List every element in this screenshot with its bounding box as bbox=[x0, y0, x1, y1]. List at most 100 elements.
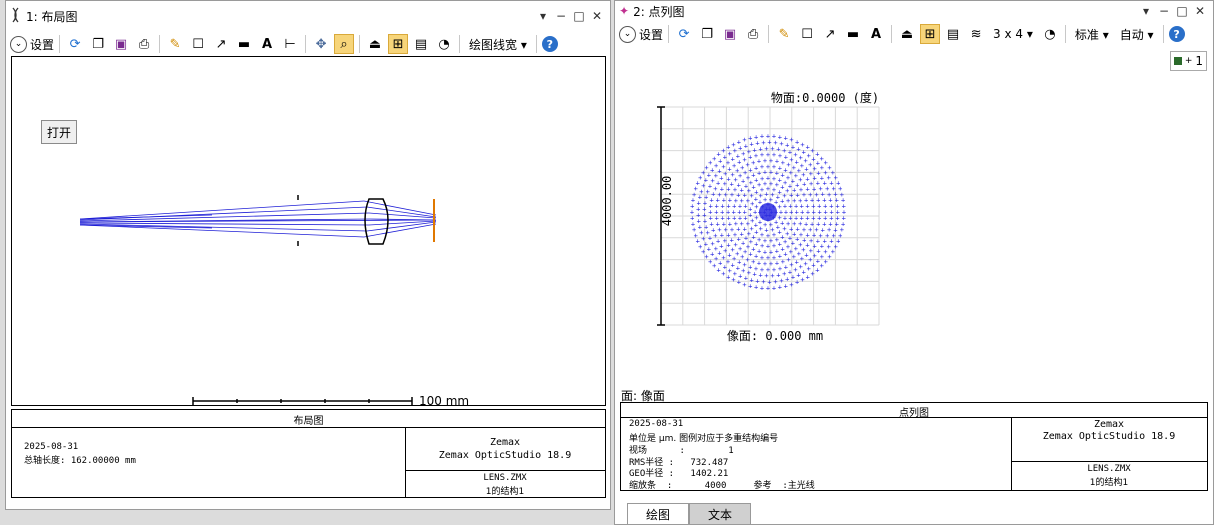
spot-point: + bbox=[784, 135, 788, 143]
config-badge[interactable]: +1 bbox=[1169, 51, 1207, 71]
arrow-icon[interactable]: ↗ bbox=[211, 34, 231, 54]
chevron-down-icon[interactable]: ⌄ bbox=[619, 25, 636, 43]
maximize-icon[interactable]: □ bbox=[570, 9, 588, 23]
tab-plot[interactable]: 绘图 bbox=[627, 503, 690, 524]
standard-dropdown[interactable]: 标准 ▾ bbox=[1071, 26, 1113, 43]
layout-toolbar: ⌄ 设置 ⟳ ❐ ▣ ⎙ ✎ ☐ ↗ ▬ A ⊢ ✥ ⌕ ⏏ ⊞ ▤ ◔ 绘图线… bbox=[6, 31, 610, 57]
grid-layout-dropdown[interactable]: 3 x 4 ▾ bbox=[989, 27, 1037, 41]
spot-point: + bbox=[737, 279, 741, 287]
maximize-icon[interactable]: □ bbox=[1173, 4, 1191, 18]
rectangle-icon[interactable]: ☐ bbox=[188, 34, 208, 54]
spot-point: + bbox=[795, 279, 799, 287]
spot-point: + bbox=[721, 147, 725, 155]
refresh-icon[interactable]: ⟳ bbox=[674, 24, 694, 44]
spot-point: + bbox=[731, 141, 735, 149]
pencil-icon[interactable]: ✎ bbox=[774, 24, 794, 44]
help-icon[interactable]: ? bbox=[541, 36, 558, 52]
spot-point: + bbox=[748, 282, 752, 290]
copy-icon[interactable]: ❐ bbox=[697, 24, 717, 44]
pan-icon[interactable]: ✥ bbox=[311, 34, 331, 54]
window-title: 2: 点列图 bbox=[633, 4, 685, 19]
spot-point: + bbox=[748, 135, 752, 143]
spot-point: + bbox=[811, 270, 815, 278]
spot-point: + bbox=[835, 203, 839, 211]
spot-point: + bbox=[766, 285, 770, 293]
frame-product: Zemax OpticStudio 18.9 bbox=[438, 450, 572, 461]
spot-point: + bbox=[760, 284, 764, 292]
scale-value-label: 4000.00 bbox=[660, 175, 674, 227]
line-icon[interactable]: ▬ bbox=[234, 34, 254, 54]
spot-point: + bbox=[717, 266, 721, 274]
timer-icon[interactable]: ◔ bbox=[1040, 24, 1060, 44]
minimize-icon[interactable]: − bbox=[1155, 4, 1173, 18]
sparkle-icon: ✦ bbox=[619, 4, 630, 18]
line-icon[interactable]: ▬ bbox=[843, 24, 863, 44]
layout-plot: 打开 100 mm bbox=[11, 56, 606, 408]
spot-point: + bbox=[800, 276, 804, 284]
dimension-icon[interactable]: ⊢ bbox=[280, 34, 300, 54]
zoom-icon[interactable]: ⌕ bbox=[334, 34, 355, 54]
spot-info-frame: 点列图 2025-08-31 单位是 μm. 图例对应于多重结构编号 视场 : … bbox=[620, 402, 1208, 491]
pencil-icon[interactable]: ✎ bbox=[165, 34, 185, 54]
close-icon[interactable]: ✕ bbox=[1191, 4, 1209, 18]
rectangle-icon[interactable]: ☐ bbox=[797, 24, 817, 44]
spot-point: + bbox=[754, 284, 758, 292]
spot-toolbar: ⌄ 设置 ⟳ ❐ ▣ ⎙ ✎ ☐ ↗ ▬ A ⏏ ⊞ ▤ ≋ 3 x 4 ▾ ◔… bbox=[615, 21, 1213, 47]
spot-point: + bbox=[726, 144, 730, 152]
print-icon[interactable]: ⎙ bbox=[134, 34, 154, 54]
text-icon[interactable]: A bbox=[866, 24, 886, 44]
stamp-icon[interactable]: ⏏ bbox=[897, 24, 917, 44]
tab-text[interactable]: 文本 bbox=[689, 503, 752, 524]
chevron-down-icon[interactable]: ⌄ bbox=[10, 35, 27, 53]
frame-scale: 缩放条 : 4000 参考 :主光线 bbox=[629, 481, 815, 491]
settings-button[interactable]: 设置 bbox=[30, 36, 54, 53]
layout-drawing bbox=[79, 195, 437, 405]
spot-point: + bbox=[815, 266, 819, 274]
stamp-icon[interactable]: ⏏ bbox=[365, 34, 385, 54]
spot-point: + bbox=[766, 133, 770, 141]
dropdown-icon[interactable]: ▾ bbox=[1137, 4, 1155, 18]
save-icon[interactable]: ▣ bbox=[720, 24, 740, 44]
spot-points: ++++++++++ + + +++++++++++++++ + + + ++++++++++… bbox=[690, 133, 846, 293]
print-icon[interactable]: ⎙ bbox=[743, 24, 763, 44]
frame-company: Zemax bbox=[489, 437, 521, 448]
window-icon[interactable]: ▤ bbox=[943, 24, 963, 44]
spot-point: + bbox=[823, 202, 827, 210]
window-icon[interactable]: ▤ bbox=[411, 34, 431, 54]
window-title: 1: 布局图 bbox=[26, 9, 78, 24]
spot-point: + bbox=[806, 273, 810, 281]
spot-point: + bbox=[824, 258, 828, 266]
spot-point: + bbox=[811, 203, 815, 211]
help-icon[interactable]: ? bbox=[1168, 26, 1185, 42]
auto-dropdown[interactable]: 自动 ▾ bbox=[1116, 26, 1158, 43]
frame-heading: 布局图 bbox=[293, 416, 324, 427]
spot-point: + bbox=[737, 138, 741, 146]
lens-element bbox=[364, 198, 389, 245]
layout-window: 1: 布局图 ▾ − □ ✕ ⌄ 设置 ⟳ ❐ ▣ ⎙ ✎ ☐ ↗ ▬ A ⊢ … bbox=[5, 0, 611, 510]
settings-button[interactable]: 设置 bbox=[639, 26, 663, 43]
spot-point: + bbox=[800, 141, 804, 149]
layers-icon[interactable]: ≋ bbox=[966, 24, 986, 44]
ray-bundle bbox=[79, 200, 437, 238]
spot-point: + bbox=[805, 203, 809, 211]
spot-point: + bbox=[772, 284, 776, 292]
arrow-icon[interactable]: ↗ bbox=[820, 24, 840, 44]
timer-icon[interactable]: ◔ bbox=[434, 34, 454, 54]
layout-titlebar: 1: 布局图 ▾ − □ ✕ bbox=[6, 1, 610, 31]
spot-point: + bbox=[708, 258, 712, 266]
line-width-dropdown[interactable]: 绘图线宽 ▾ bbox=[465, 36, 531, 53]
spot-point: + bbox=[717, 151, 721, 159]
minimize-icon[interactable]: − bbox=[552, 9, 570, 23]
spot-diagram: ++++++++++ + + +++++++++++++++ + + + ++++++++++… bbox=[657, 106, 880, 326]
refresh-icon[interactable]: ⟳ bbox=[65, 34, 85, 54]
save-icon[interactable]: ▣ bbox=[111, 34, 131, 54]
spot-point: + bbox=[795, 138, 799, 146]
view-tabs: 绘图 文本 bbox=[615, 502, 1213, 524]
fit-icon[interactable]: ⊞ bbox=[920, 24, 941, 44]
spot-point: + bbox=[811, 147, 815, 155]
copy-icon[interactable]: ❐ bbox=[88, 34, 108, 54]
fit-icon[interactable]: ⊞ bbox=[388, 34, 409, 54]
text-icon[interactable]: A bbox=[257, 34, 277, 54]
dropdown-icon[interactable]: ▾ bbox=[534, 9, 552, 23]
close-icon[interactable]: ✕ bbox=[588, 9, 606, 23]
